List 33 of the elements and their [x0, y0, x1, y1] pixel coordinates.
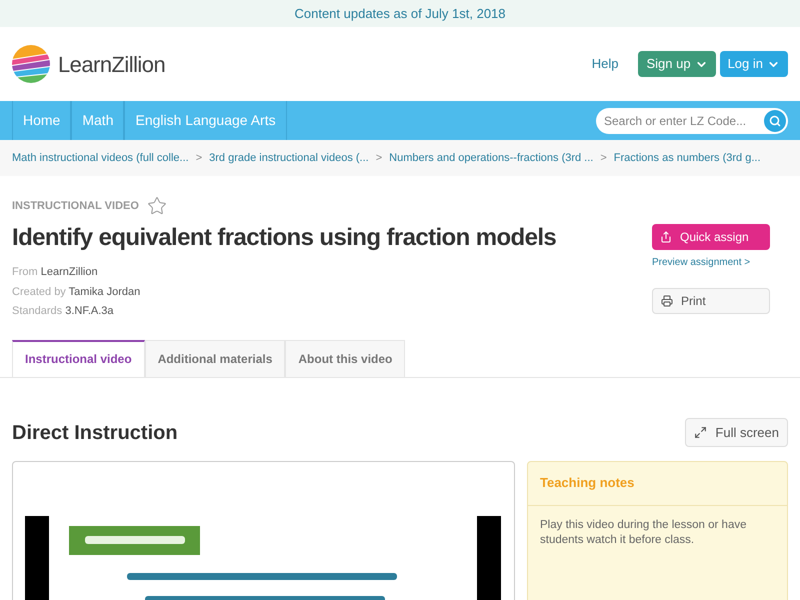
search-field[interactable]: Search or enter LZ Code... — [596, 108, 788, 134]
expand-icon — [694, 426, 708, 439]
section-title: Direct Instruction — [12, 420, 178, 446]
content-type-label: INSTRUCTIONAL VIDEO — [12, 198, 139, 214]
share-icon — [660, 231, 672, 243]
print-button[interactable]: Print — [652, 288, 770, 314]
breadcrumb-separator: > — [376, 150, 382, 166]
full-screen-button[interactable]: Full screen — [685, 418, 788, 447]
sign-up-button[interactable]: Sign up — [638, 51, 716, 77]
tab[interactable]: Additional materials — [144, 340, 286, 376]
quick-assign-button[interactable]: Quick assign — [652, 224, 770, 250]
meta-line: Standards 3.NF.A.3a — [12, 304, 115, 319]
panel-title: Teaching notes — [540, 474, 634, 492]
breadcrumb-link[interactable]: Fractions as numbers (3rd g... — [614, 150, 761, 166]
breadcrumb-link[interactable]: Numbers and operations--fractions (3rd ... — [389, 150, 594, 166]
breadcrumb-separator: > — [600, 150, 607, 166]
announcement-banner: Content updates as of July 1st, 2018 — [0, 0, 800, 27]
log-in-button[interactable]: Log in — [720, 51, 788, 77]
lesson-title: Identify equivalent fractions using fraction models — [12, 223, 558, 253]
star-icon[interactable] — [146, 196, 167, 216]
breadcrumb-link[interactable]: Math instructional videos (full colle... — [12, 150, 189, 166]
printer-icon — [661, 295, 673, 307]
tab[interactable]: Instructional video — [12, 340, 145, 376]
meta-line: From LearnZillion — [12, 265, 99, 280]
preview-assignment-link[interactable]: Preview assignment > — [652, 255, 770, 270]
help-link[interactable]: Help — [592, 54, 618, 74]
breadcrumb-link[interactable]: 3rd grade instructional videos (... — [209, 150, 369, 166]
logo-text[interactable]: LearnZillion — [58, 48, 166, 80]
meta-line: Created by Tamika Jordan — [12, 284, 142, 300]
logo-icon — [12, 45, 50, 83]
tab[interactable]: About this video — [285, 340, 406, 376]
notes-text: Play this video during the lesson or have students watch it before class. — [539, 518, 748, 548]
breadcrumb-separator: > — [196, 150, 202, 166]
